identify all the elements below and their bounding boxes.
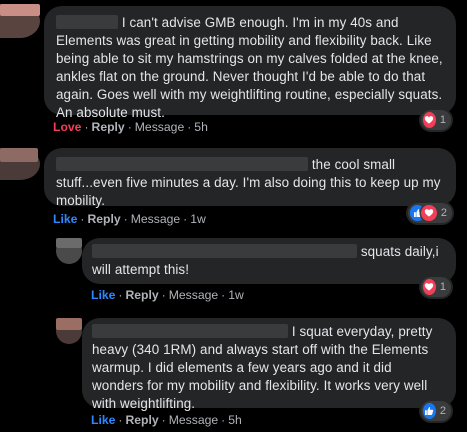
redacted-name bbox=[56, 157, 308, 171]
avatar[interactable] bbox=[0, 4, 40, 38]
reaction-count: 2 bbox=[440, 207, 447, 219]
thumbs-up-icon bbox=[423, 403, 436, 419]
avatar[interactable] bbox=[0, 148, 40, 180]
like-link[interactable]: Like bbox=[53, 212, 77, 226]
comment-text: squats daily,i bbox=[360, 244, 439, 259]
reaction-summary[interactable]: 1 bbox=[421, 110, 451, 130]
comment-actions: Like · Reply · Message · 1w bbox=[53, 212, 206, 226]
heart-icon bbox=[423, 112, 436, 128]
avatar[interactable] bbox=[56, 318, 82, 344]
comment-text: stuff...even five minutes a day. I'm als… bbox=[56, 175, 441, 208]
comment-text: will attempt this! bbox=[92, 262, 190, 277]
redacted-name bbox=[92, 244, 357, 258]
comment-actions: Like · Reply · Message · 5h bbox=[91, 413, 242, 427]
reaction-summary[interactable]: 2 bbox=[408, 203, 452, 223]
love-reaction-link[interactable]: Love bbox=[53, 120, 81, 134]
reaction-summary[interactable]: 2 bbox=[421, 401, 451, 421]
reply-bubble: squats daily,i will attempt this! bbox=[82, 238, 456, 284]
reaction-count: 1 bbox=[439, 114, 446, 126]
heart-icon bbox=[421, 205, 437, 221]
comment-bubble: I can't advise GMB enough. I'm in my 40s… bbox=[44, 6, 456, 120]
reply-link[interactable]: Reply bbox=[125, 288, 158, 302]
reply-link[interactable]: Reply bbox=[87, 212, 120, 226]
message-link[interactable]: Message bbox=[135, 120, 184, 134]
timestamp[interactable]: 5h bbox=[194, 120, 208, 134]
reply-link[interactable]: Reply bbox=[125, 413, 158, 427]
redacted-name bbox=[56, 15, 118, 29]
timestamp[interactable]: 1w bbox=[190, 212, 206, 226]
message-link[interactable]: Message bbox=[169, 413, 218, 427]
message-link[interactable]: Message bbox=[131, 212, 180, 226]
like-link[interactable]: Like bbox=[91, 288, 115, 302]
redacted-name bbox=[92, 324, 288, 338]
comment-text: heavy (340 1RM) and always start off wit… bbox=[92, 342, 429, 411]
like-link[interactable]: Like bbox=[91, 413, 115, 427]
comment-bubble: the cool small stuff...even five minutes… bbox=[44, 148, 456, 208]
reply-bubble: I squat everyday, pretty heavy (340 1RM)… bbox=[82, 318, 456, 411]
reaction-count: 1 bbox=[439, 281, 446, 293]
avatar[interactable] bbox=[56, 238, 82, 264]
reaction-count: 2 bbox=[439, 405, 446, 417]
comment-actions: Like · Reply · Message · 1w bbox=[91, 288, 244, 302]
timestamp[interactable]: 5h bbox=[228, 413, 242, 427]
message-link[interactable]: Message bbox=[169, 288, 218, 302]
timestamp[interactable]: 1w bbox=[228, 288, 244, 302]
reaction-summary[interactable]: 1 bbox=[421, 277, 451, 297]
reply-link[interactable]: Reply bbox=[92, 120, 125, 134]
comment-text: I can't advise GMB enough. I'm in my 40s… bbox=[56, 15, 443, 120]
comment-text: the cool small bbox=[311, 157, 396, 172]
comment-text: I squat everyday, pretty bbox=[291, 324, 433, 339]
comment-actions: Love · Reply · Message · 5h bbox=[53, 120, 208, 134]
heart-icon bbox=[423, 279, 436, 295]
